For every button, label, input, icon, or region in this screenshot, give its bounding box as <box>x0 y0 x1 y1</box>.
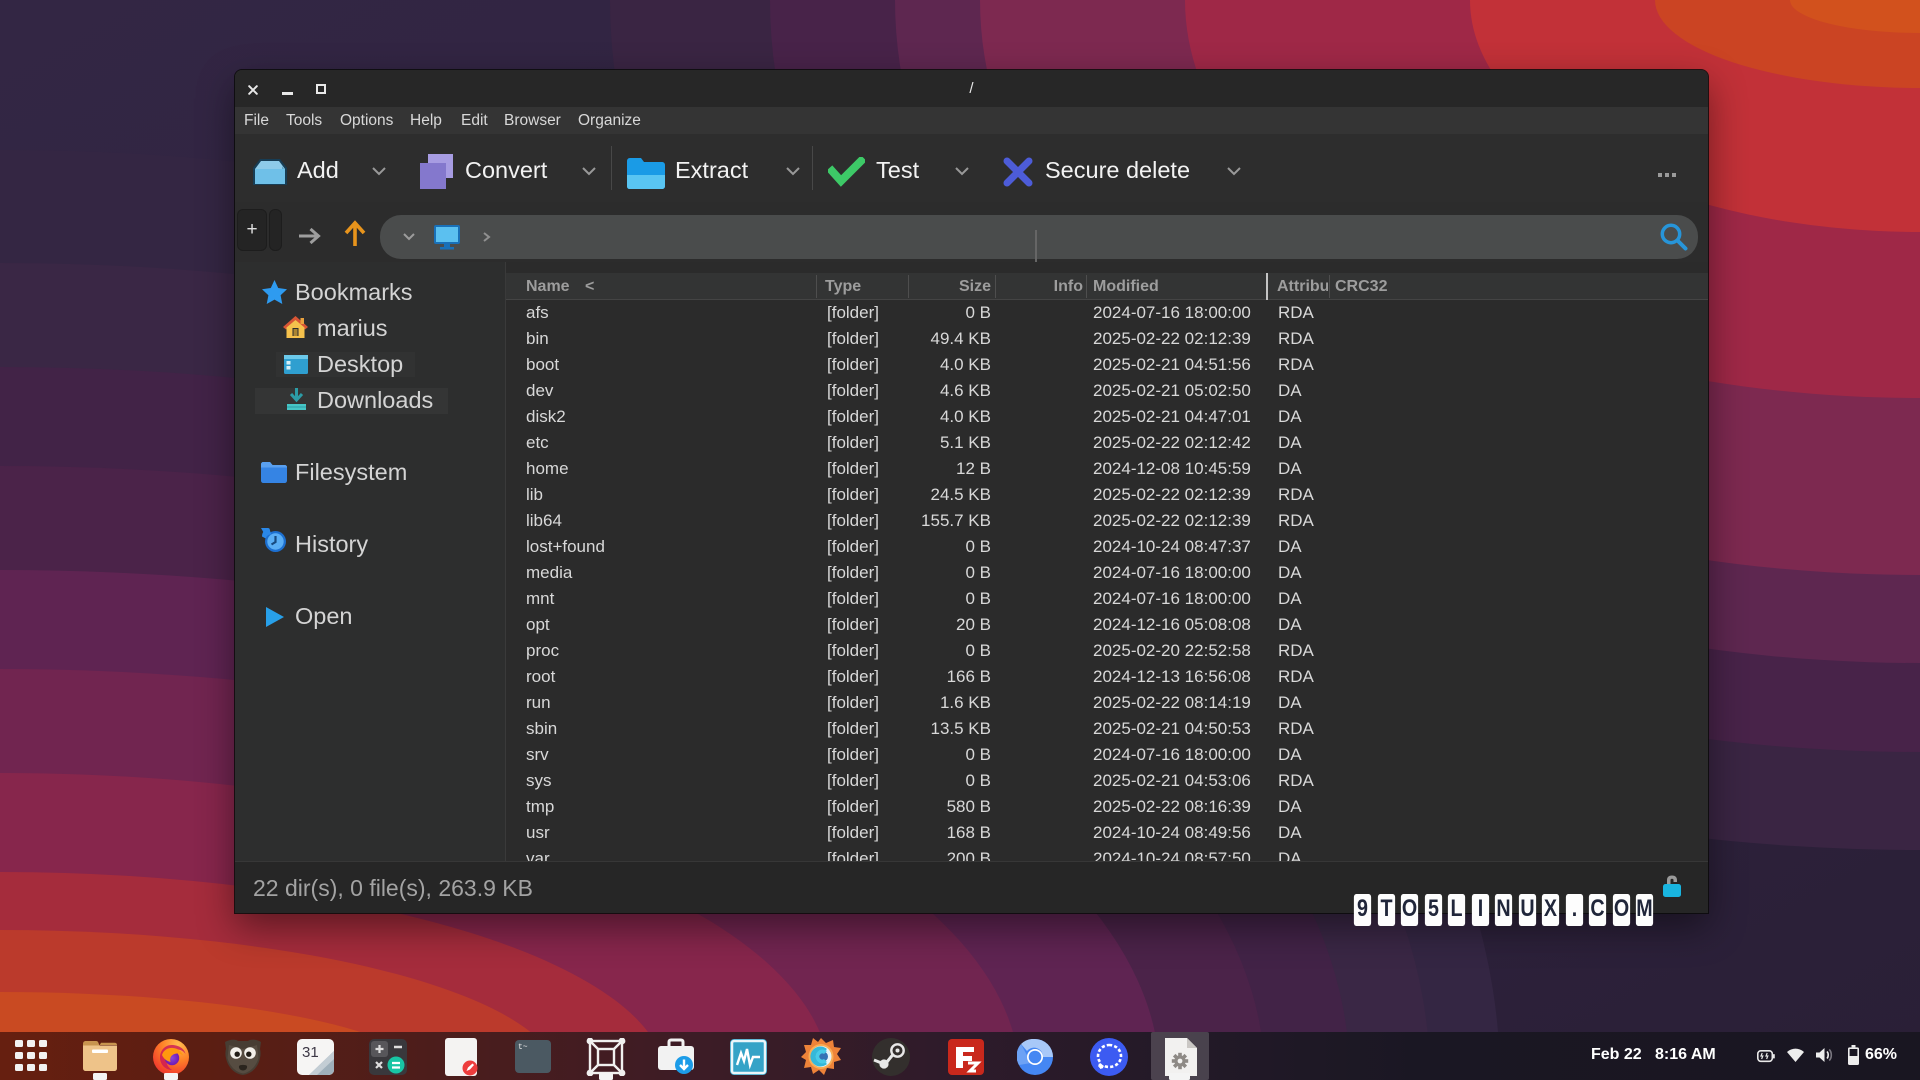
svg-text:31: 31 <box>302 1044 319 1061</box>
svg-text:t~: t~ <box>518 1043 528 1052</box>
